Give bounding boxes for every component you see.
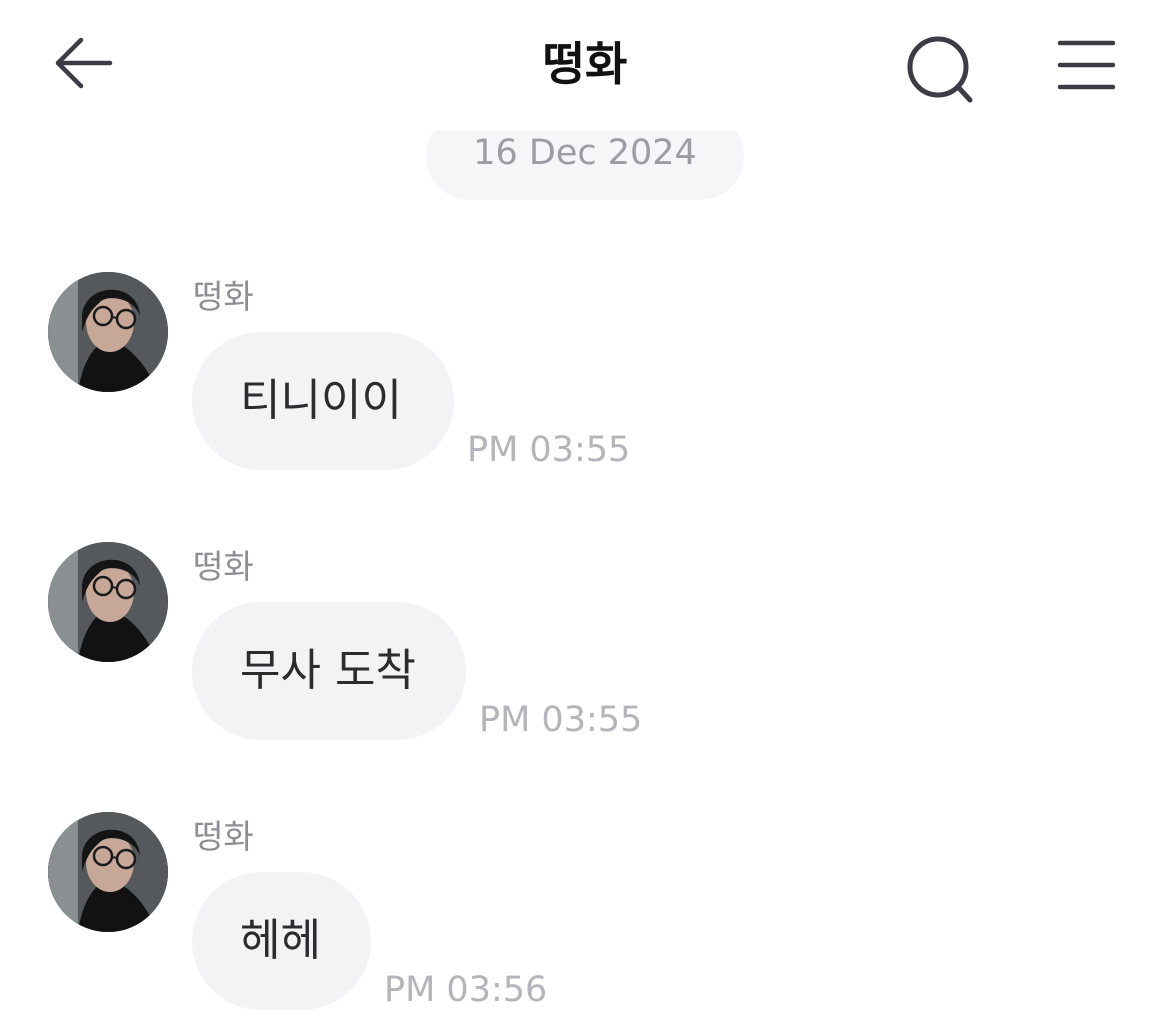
- arrow-left-icon: [55, 37, 113, 89]
- message-time: PM 03:55: [467, 430, 631, 470]
- message-time: PM 03:56: [384, 970, 548, 1010]
- avatar-photo: [48, 812, 168, 932]
- avatar[interactable]: [48, 812, 168, 932]
- avatar[interactable]: [48, 272, 168, 392]
- date-divider-label: 16 Dec 2024: [473, 133, 697, 173]
- menu-button[interactable]: [1050, 30, 1125, 100]
- avatar[interactable]: [48, 542, 168, 662]
- message-text: 헤헤: [240, 915, 321, 966]
- search-button[interactable]: [900, 30, 980, 110]
- message-row: 떵화 헤헤 PM 03:56: [0, 812, 1170, 1034]
- message-row: 떵화 티니이이 PM 03:55: [0, 272, 1170, 512]
- message-time: PM 03:55: [479, 700, 643, 740]
- message-bubble[interactable]: 티니이이: [192, 332, 454, 470]
- sender-name: 떵화: [193, 817, 254, 856]
- chat-header: 떵화: [0, 0, 1170, 130]
- hamburger-menu-icon: [1057, 40, 1116, 90]
- chat-screen: 16 Dec 2024 떵화 떵화 티니이이 PM 03:55 떵화 무사 도착…: [0, 0, 1170, 1034]
- sender-name: 떵화: [193, 277, 254, 316]
- message-text: 티니이이: [240, 375, 402, 426]
- message-bubble[interactable]: 무사 도착: [192, 602, 466, 740]
- message-bubble[interactable]: 헤헤: [192, 872, 371, 1010]
- avatar-photo: [48, 272, 168, 392]
- back-button[interactable]: [48, 28, 118, 98]
- message-row: 떵화 무사 도착 PM 03:55: [0, 542, 1170, 782]
- page-title: 떵화: [542, 37, 628, 91]
- avatar-photo: [48, 542, 168, 662]
- sender-name: 떵화: [193, 547, 254, 586]
- message-text: 무사 도착: [240, 645, 416, 696]
- search-icon: [907, 36, 973, 103]
